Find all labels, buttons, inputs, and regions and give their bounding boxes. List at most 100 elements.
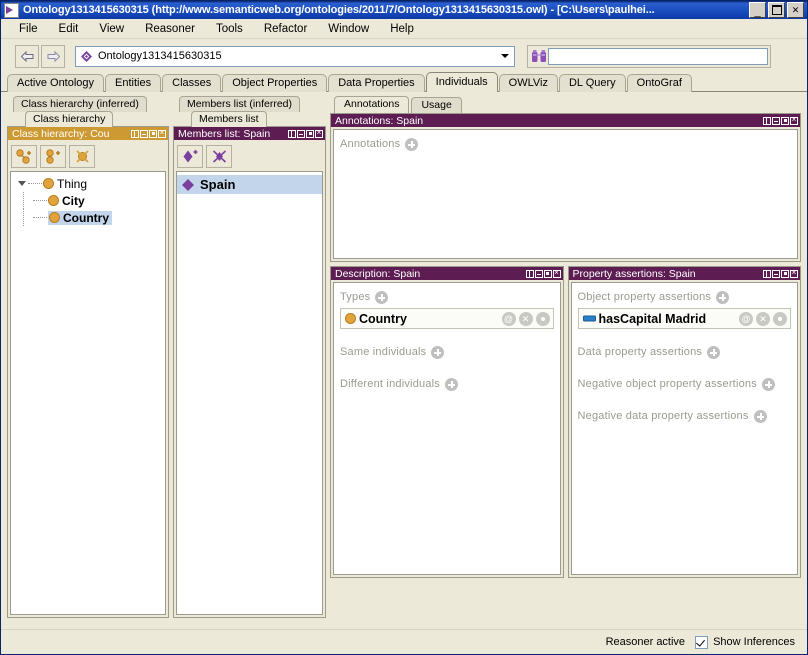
members-list-body: Spain bbox=[174, 140, 325, 617]
maximize-panel-icon[interactable] bbox=[781, 269, 789, 278]
split-panel-icon[interactable] bbox=[131, 129, 139, 138]
menu-view[interactable]: View bbox=[89, 21, 135, 37]
minimize-button[interactable]: _ bbox=[749, 2, 766, 18]
tab-members-list-inferred[interactable]: Members list (inferred) bbox=[179, 96, 301, 112]
tab-members-list[interactable]: Members list bbox=[191, 111, 267, 127]
edit-button[interactable] bbox=[773, 311, 787, 326]
maximize-panel-icon[interactable] bbox=[543, 269, 552, 278]
maximize-panel-icon[interactable] bbox=[781, 116, 789, 125]
edit-button[interactable] bbox=[535, 311, 550, 326]
menu-reasoner[interactable]: Reasoner bbox=[135, 21, 206, 37]
collapse-panel-icon[interactable] bbox=[297, 129, 305, 138]
members-list-panel-header: Members list: Spain bbox=[174, 127, 325, 140]
tree-connector bbox=[33, 216, 47, 219]
data-property-assertions-label: Data property assertions bbox=[577, 346, 703, 358]
close-panel-icon[interactable] bbox=[790, 268, 798, 278]
menu-tools[interactable]: Tools bbox=[206, 21, 254, 37]
collapse-panel-icon[interactable] bbox=[772, 116, 780, 125]
tab-class-hierarchy-inferred[interactable]: Class hierarchy (inferred) bbox=[13, 96, 147, 112]
close-panel-icon[interactable] bbox=[158, 128, 166, 138]
entry-actions: @ ✕ bbox=[739, 311, 787, 326]
class-hierarchy-column: Class hierarchy (inferred) Class hierarc… bbox=[7, 96, 169, 618]
tab-class-hierarchy[interactable]: Class hierarchy bbox=[25, 111, 114, 127]
back-button[interactable] bbox=[15, 44, 39, 68]
tab-owlviz[interactable]: OWLViz bbox=[498, 74, 558, 92]
plus-circle-icon[interactable] bbox=[716, 290, 730, 304]
plus-circle-icon[interactable] bbox=[431, 345, 445, 359]
collapse-panel-icon[interactable] bbox=[772, 269, 780, 278]
tab-dl-query[interactable]: DL Query bbox=[558, 74, 626, 92]
expand-toggle-icon[interactable] bbox=[15, 181, 28, 186]
search-input[interactable] bbox=[548, 47, 768, 65]
forward-button[interactable] bbox=[41, 44, 65, 68]
add-subclass-button[interactable] bbox=[11, 144, 37, 168]
maximize-button[interactable] bbox=[768, 2, 785, 18]
plus-circle-icon[interactable] bbox=[405, 137, 419, 151]
menu-file[interactable]: File bbox=[9, 21, 49, 37]
annotations-panel: Annotations: Spain Annotations bbox=[330, 113, 801, 262]
show-inferences-checkbox[interactable] bbox=[695, 635, 709, 649]
object-property-assertions-label: Object property assertions bbox=[577, 291, 712, 303]
minimize-icon: _ bbox=[754, 6, 761, 18]
maximize-panel-icon[interactable] bbox=[149, 129, 157, 138]
class-circle-icon bbox=[49, 212, 60, 223]
tab-active-ontology[interactable]: Active Ontology bbox=[7, 74, 105, 92]
menu-window[interactable]: Window bbox=[318, 21, 380, 37]
close-panel-icon[interactable] bbox=[790, 115, 798, 125]
close-panel-icon[interactable] bbox=[552, 268, 561, 278]
collapse-panel-icon[interactable] bbox=[140, 129, 148, 138]
remove-button[interactable]: ✕ bbox=[518, 311, 533, 326]
tab-classes[interactable]: Classes bbox=[162, 74, 222, 92]
delete-class-icon bbox=[75, 149, 89, 163]
tree-node-thing[interactable]: Thing bbox=[11, 175, 165, 192]
add-sibling-class-button[interactable] bbox=[40, 144, 66, 168]
object-property-entry[interactable]: hasCapital Madrid @ ✕ bbox=[577, 308, 791, 329]
members-list-box[interactable]: Spain bbox=[176, 171, 323, 615]
menu-edit[interactable]: Edit bbox=[49, 21, 90, 37]
status-bar: Reasoner active Show Inferences bbox=[1, 629, 807, 654]
ontology-selector[interactable]: Ontology1313415630315 bbox=[75, 45, 515, 67]
tab-usage[interactable]: Usage bbox=[411, 97, 462, 113]
menu-refactor[interactable]: Refactor bbox=[254, 21, 318, 37]
tab-data-properties[interactable]: Data Properties bbox=[328, 74, 425, 92]
plus-circle-icon[interactable] bbox=[375, 290, 389, 304]
tab-individuals[interactable]: Individuals bbox=[425, 72, 498, 92]
show-inferences-control[interactable]: Show Inferences bbox=[695, 635, 795, 649]
add-individual-button[interactable] bbox=[177, 144, 203, 168]
plus-circle-icon[interactable] bbox=[761, 377, 775, 391]
annotate-button[interactable]: @ bbox=[739, 311, 753, 326]
delete-individual-button[interactable] bbox=[206, 144, 232, 168]
close-button[interactable]: ✕ bbox=[787, 2, 804, 18]
split-panel-icon[interactable] bbox=[763, 116, 771, 125]
plus-circle-icon[interactable] bbox=[753, 409, 767, 423]
plus-circle-icon[interactable] bbox=[707, 345, 721, 359]
tree-node-country[interactable]: Country bbox=[11, 209, 165, 226]
collapse-panel-icon[interactable] bbox=[534, 269, 543, 278]
list-item[interactable]: Spain bbox=[177, 175, 322, 194]
type-entry-label: Country bbox=[359, 311, 407, 326]
annotations-panel-title: Annotations: Spain bbox=[335, 114, 424, 127]
class-hierarchy-tree[interactable]: Thing City Country bbox=[10, 171, 166, 615]
tab-ontograf[interactable]: OntoGraf bbox=[626, 74, 692, 92]
remove-button[interactable]: ✕ bbox=[756, 311, 770, 326]
class-hierarchy-tabs: Class hierarchy (inferred) Class hierarc… bbox=[7, 96, 169, 127]
split-panel-icon[interactable] bbox=[525, 269, 534, 278]
menu-help[interactable]: Help bbox=[380, 21, 425, 37]
tree-node-city[interactable]: City bbox=[11, 192, 165, 209]
type-entry-country[interactable]: Country @ ✕ bbox=[340, 308, 554, 329]
maximize-panel-icon[interactable] bbox=[306, 129, 314, 138]
annotate-button[interactable]: @ bbox=[501, 311, 516, 326]
close-panel-icon[interactable] bbox=[315, 128, 323, 138]
tab-entities[interactable]: Entities bbox=[105, 74, 162, 92]
tab-annotations[interactable]: Annotations bbox=[334, 96, 410, 113]
split-panel-icon[interactable] bbox=[288, 129, 296, 138]
delete-class-button[interactable] bbox=[69, 144, 95, 168]
plus-circle-icon[interactable] bbox=[445, 377, 458, 391]
main-tab-bar: Active Ontology Entities Classes Object … bbox=[1, 71, 807, 92]
chevron-down-icon[interactable] bbox=[498, 48, 512, 65]
tab-object-properties[interactable]: Object Properties bbox=[222, 74, 328, 92]
split-panel-icon[interactable] bbox=[763, 269, 771, 278]
description-panel-header: Description: Spain bbox=[331, 267, 563, 280]
negative-data-property-assertions-section: Negative data property assertions bbox=[578, 407, 792, 425]
